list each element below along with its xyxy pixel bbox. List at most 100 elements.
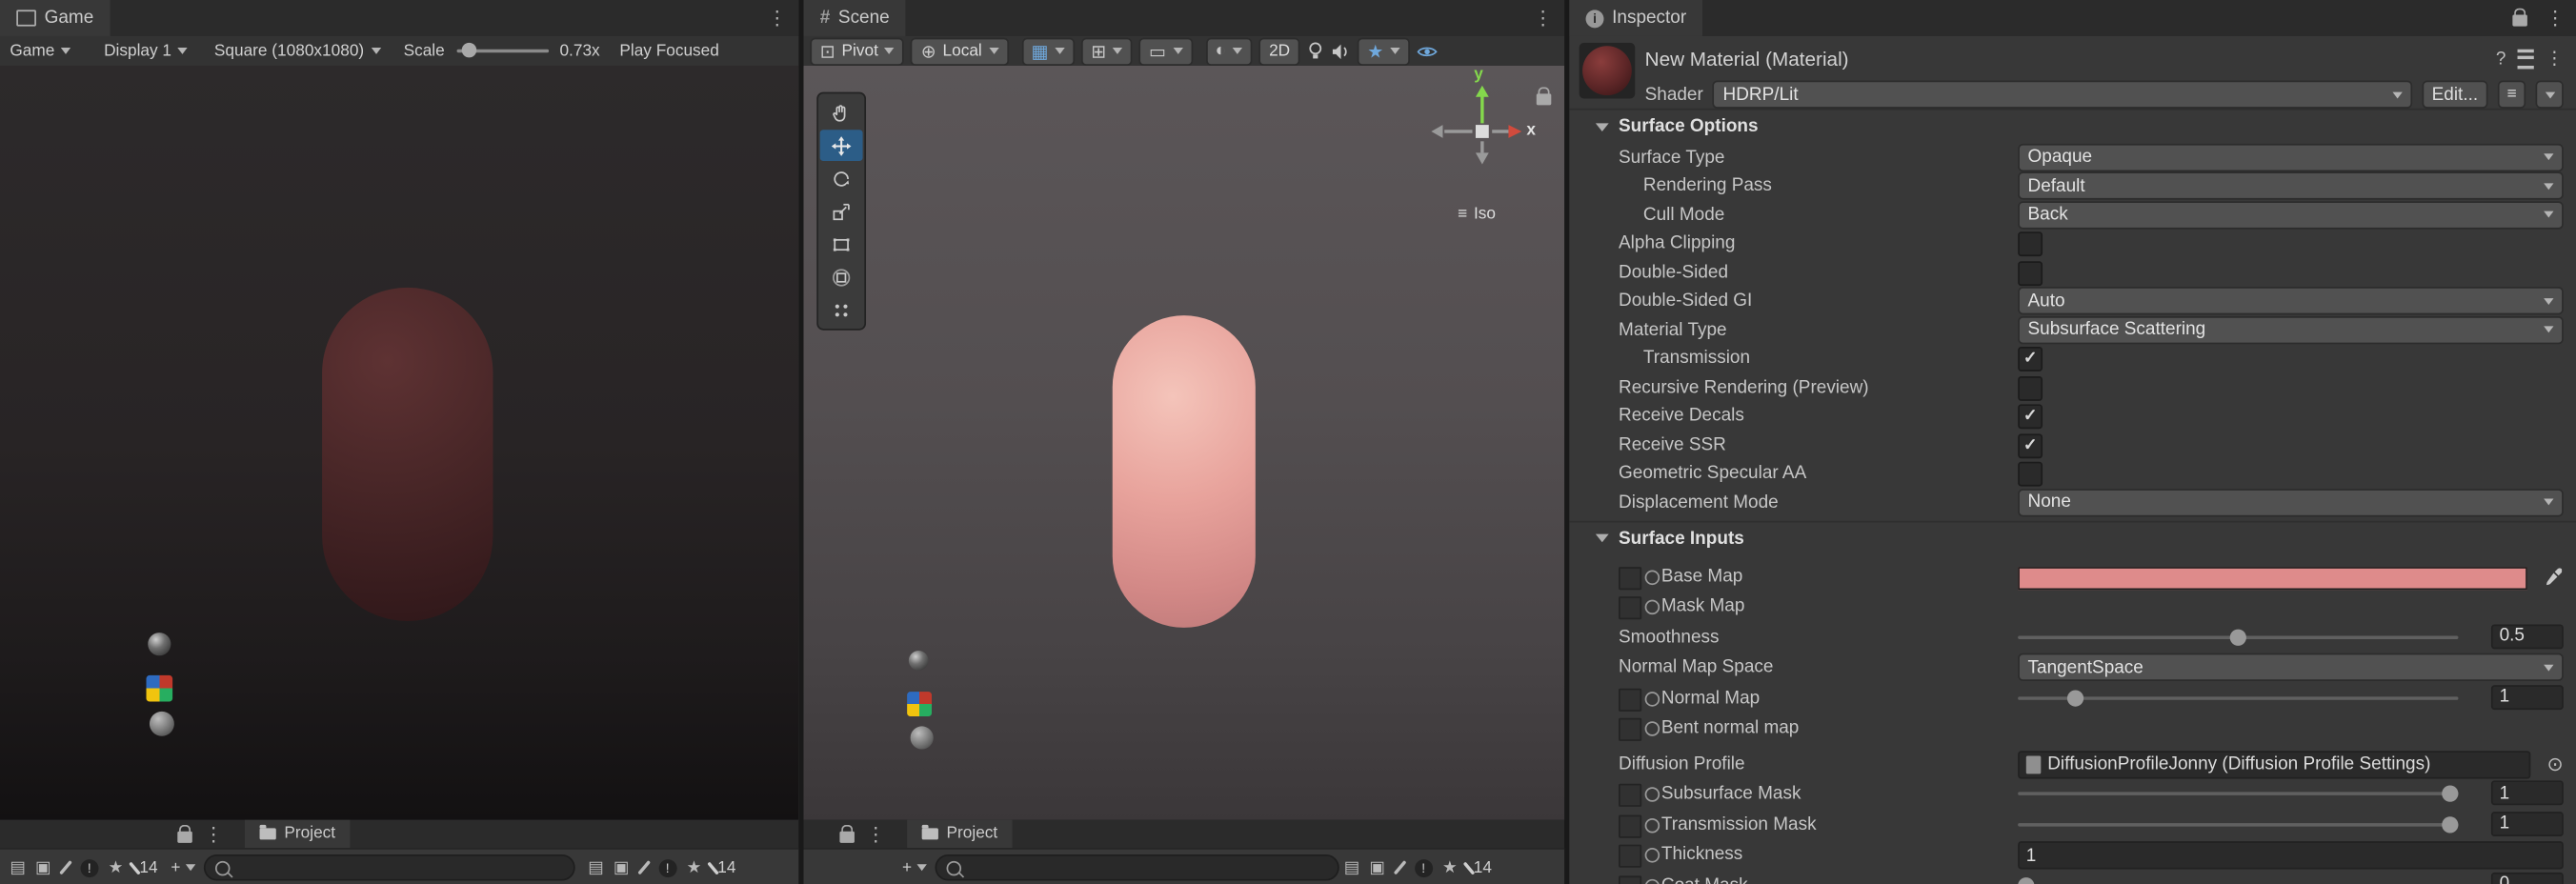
game-capsule-object[interactable] bbox=[322, 287, 493, 622]
scene-visibility-toggle[interactable] bbox=[1417, 44, 1438, 59]
inspector-kebab-icon[interactable]: ⋮ bbox=[2534, 0, 2576, 36]
draw-mode-dropdown[interactable]: ◐ bbox=[1205, 36, 1253, 66]
doc-icon[interactable]: ▤ bbox=[588, 858, 603, 876]
transmission-mask-texture-slot[interactable] bbox=[1619, 814, 1642, 838]
scale-tool[interactable] bbox=[820, 195, 863, 227]
create-asset-button[interactable]: + bbox=[163, 858, 204, 876]
transmission-checkbox[interactable]: ✓ bbox=[2018, 347, 2043, 372]
base-map-color-swatch[interactable] bbox=[2018, 566, 2527, 590]
gizmo-center-cube[interactable] bbox=[1475, 125, 1489, 138]
gizmo-x-arrow-icon[interactable] bbox=[1508, 125, 1522, 138]
tab-inspector[interactable]: i Inspector bbox=[1569, 0, 1703, 36]
subsurface-mask-slider[interactable] bbox=[2018, 785, 2459, 803]
geometric-specular-aa-checkbox[interactable] bbox=[2018, 462, 2043, 488]
smoothness-value-field[interactable]: 0.5 bbox=[2490, 624, 2564, 649]
cull-mode-dropdown[interactable]: Back bbox=[2018, 200, 2564, 230]
game-kebab-icon[interactable]: ⋮ bbox=[755, 0, 798, 36]
layers-icon[interactable]: ▣ bbox=[614, 858, 629, 876]
layers-icon[interactable]: ▣ bbox=[1369, 858, 1384, 876]
project-right-search[interactable] bbox=[935, 854, 1339, 881]
game-reflective-sphere-object[interactable] bbox=[148, 633, 171, 656]
thickness-texture-slot[interactable] bbox=[1619, 845, 1642, 869]
coat-mask-value-field[interactable]: 0 bbox=[2490, 872, 2564, 884]
effects-dropdown[interactable]: ★ bbox=[1357, 36, 1410, 66]
eyedropper-icon[interactable] bbox=[2546, 567, 2563, 592]
pen-count-badge[interactable]: 14 bbox=[1462, 858, 1492, 876]
pen-count-badge[interactable]: 14 bbox=[128, 858, 158, 876]
snap-toggle[interactable]: ⊞ bbox=[1080, 36, 1133, 66]
object-picker-icon[interactable]: ⊙ bbox=[2546, 753, 2563, 775]
alert-icon[interactable]: ! bbox=[1414, 858, 1433, 877]
shader-edit-button[interactable]: Edit... bbox=[2422, 80, 2488, 109]
mask-map-texture-slot[interactable] bbox=[1619, 596, 1642, 620]
receive-ssr-checkbox[interactable]: ✓ bbox=[2018, 432, 2043, 458]
shader-menu-button[interactable]: ≡ bbox=[2497, 80, 2526, 109]
display-number-dropdown[interactable]: Display 1 bbox=[94, 36, 198, 66]
gizmo-down-arrow-icon[interactable] bbox=[1475, 152, 1489, 165]
displacement-mode-dropdown[interactable]: None bbox=[2018, 488, 2564, 517]
transform-tool[interactable] bbox=[820, 261, 863, 292]
rotate-tool[interactable] bbox=[820, 163, 863, 194]
create-asset-button[interactable]: + bbox=[894, 858, 935, 876]
project-left-search-input[interactable] bbox=[236, 856, 564, 878]
scene-reflective-sphere-object[interactable] bbox=[908, 651, 929, 671]
gizmo-y-label[interactable]: y bbox=[1474, 66, 1483, 84]
thickness-value-field[interactable]: 1 bbox=[2018, 841, 2564, 870]
scene-gray-sphere-object[interactable] bbox=[910, 726, 934, 750]
lighting-toggle[interactable] bbox=[1306, 41, 1324, 61]
handle-rotation-dropdown[interactable]: ⊕ Local bbox=[911, 36, 1009, 66]
presets-icon[interactable] bbox=[2517, 48, 2534, 69]
surface-type-dropdown[interactable]: Opaque bbox=[2018, 143, 2564, 171]
transmission-mask-value-field[interactable]: 1 bbox=[2490, 811, 2564, 836]
normal-map-slider[interactable] bbox=[2018, 690, 2459, 707]
game-color-checker-cube-object[interactable] bbox=[146, 674, 173, 702]
measure-toggle[interactable]: ▭ bbox=[1138, 36, 1193, 66]
play-focused-dropdown[interactable]: Play Focused bbox=[610, 36, 729, 66]
brush-icon[interactable] bbox=[58, 860, 72, 875]
alert-icon[interactable]: ! bbox=[658, 858, 677, 877]
scene-kebab-icon[interactable]: ⋮ bbox=[1521, 0, 1564, 36]
subsurface-mask-texture-slot[interactable] bbox=[1619, 784, 1642, 808]
help-icon[interactable]: ? bbox=[2496, 49, 2506, 69]
tab-game[interactable]: Game bbox=[0, 0, 111, 36]
tab-project-right[interactable]: Project bbox=[907, 819, 1013, 849]
rendering-pass-dropdown[interactable]: Default bbox=[2018, 171, 2564, 201]
star-icon[interactable]: ★ bbox=[687, 858, 701, 876]
pen-count-badge[interactable]: 14 bbox=[706, 858, 735, 876]
custom-tool[interactable] bbox=[820, 294, 863, 326]
move-tool[interactable] bbox=[819, 130, 863, 162]
coat-mask-slider-knob[interactable] bbox=[2018, 876, 2036, 884]
projection-mode[interactable]: ≡ Iso bbox=[1458, 206, 1496, 224]
project-left-search[interactable] bbox=[203, 854, 575, 881]
inspector-lock-icon[interactable] bbox=[2512, 8, 2527, 27]
normal-map-value-field[interactable]: 1 bbox=[2490, 684, 2564, 710]
doc-icon[interactable]: ▤ bbox=[1344, 858, 1359, 876]
rect-tool[interactable] bbox=[820, 229, 863, 260]
material-preview-thumbnail[interactable] bbox=[1579, 42, 1636, 99]
lock-icon[interactable] bbox=[839, 824, 855, 843]
double-sided-gi-dropdown[interactable]: Auto bbox=[2018, 287, 2564, 315]
2d-toggle[interactable]: 2D bbox=[1258, 36, 1300, 66]
transmission-mask-slider[interactable] bbox=[2018, 815, 2459, 834]
scale-slider-knob[interactable] bbox=[462, 42, 477, 58]
brush-icon[interactable] bbox=[636, 860, 651, 875]
layers-icon[interactable]: ▣ bbox=[35, 858, 50, 876]
recursive-rendering-checkbox[interactable] bbox=[2018, 375, 2043, 401]
scene-color-checker-cube-object[interactable] bbox=[907, 692, 933, 717]
orientation-gizmo[interactable]: y x bbox=[1431, 66, 1552, 178]
shader-more-button[interactable] bbox=[2535, 80, 2564, 109]
grid-visibility-toggle[interactable]: ▦ bbox=[1021, 36, 1076, 66]
project-right-search-input[interactable] bbox=[967, 856, 1328, 878]
gizmo-z-arrow-icon[interactable] bbox=[1431, 125, 1443, 138]
audio-toggle[interactable] bbox=[1331, 42, 1351, 60]
alpha-clipping-checkbox[interactable] bbox=[2018, 231, 2043, 257]
coat-mask-texture-slot[interactable] bbox=[1619, 874, 1642, 884]
scale-slider[interactable] bbox=[455, 42, 549, 58]
diffusion-profile-object-field[interactable]: DiffusionProfileJonny (Diffusion Profile… bbox=[2018, 750, 2531, 779]
shader-dropdown[interactable]: HDRP/Lit bbox=[1713, 80, 2412, 109]
kebab-icon[interactable]: ⋮ bbox=[192, 820, 235, 848]
receive-decals-checkbox[interactable]: ✓ bbox=[2018, 404, 2043, 430]
pivot-dropdown[interactable]: ⊡ Pivot bbox=[810, 36, 905, 66]
star-icon[interactable]: ★ bbox=[109, 858, 123, 876]
smoothness-slider[interactable] bbox=[2018, 629, 2459, 646]
